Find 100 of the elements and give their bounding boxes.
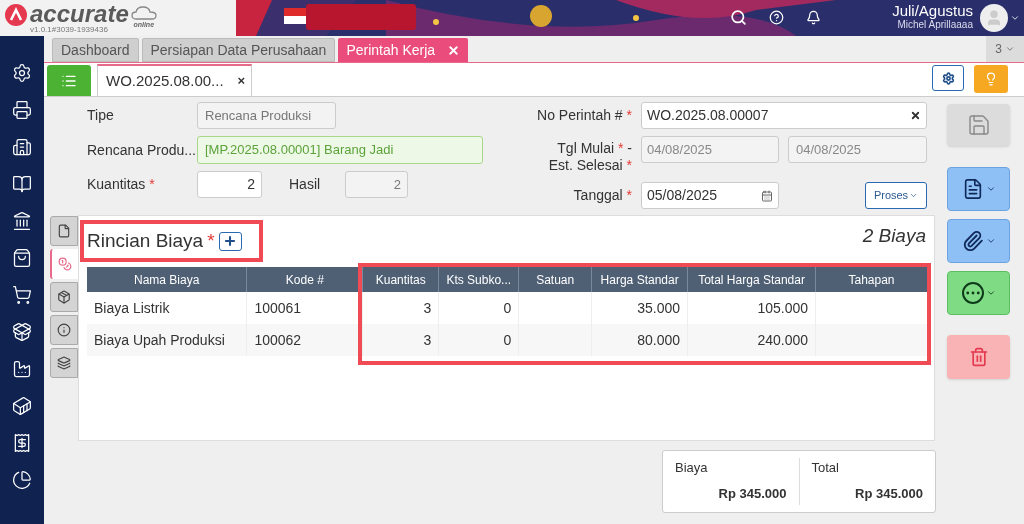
process-button[interactable]: Proses — [865, 182, 927, 209]
help-icon[interactable] — [769, 10, 784, 25]
table-cell: 100061 — [254, 299, 302, 316]
total-value: Rp 345.000 — [855, 484, 923, 503]
result-field: 2 — [345, 171, 408, 198]
column-header[interactable]: Total Harga Standar — [687, 267, 816, 292]
table-cell: 80.000 — [637, 331, 681, 348]
calendar-icon[interactable] — [761, 189, 773, 202]
side-tab[interactable] — [50, 348, 78, 378]
side-tab[interactable] — [50, 216, 78, 246]
order-number-field[interactable]: WO.2025.08.00007 — [641, 102, 927, 129]
more-icon — [961, 282, 984, 304]
logo-icon — [4, 3, 28, 27]
printer-icon[interactable] — [12, 100, 32, 120]
required-mark: * — [626, 187, 632, 203]
required-mark: * — [626, 107, 632, 123]
paperclip-icon — [961, 230, 984, 252]
tab[interactable]: Perintah Kerja — [338, 38, 469, 62]
required-mark: * — [626, 157, 632, 173]
required-mark: * — [207, 229, 215, 251]
book-icon[interactable] — [12, 174, 32, 194]
lightbulb-icon — [984, 72, 998, 86]
field-label: No Perintah # * — [536, 106, 633, 125]
save-icon — [966, 113, 991, 137]
factory-icon[interactable] — [12, 359, 32, 379]
total-label: Biaya — [675, 459, 709, 477]
field-label: Hasil — [289, 175, 322, 194]
add-button[interactable] — [218, 231, 242, 251]
count-text: 2 Biaya — [862, 224, 926, 248]
search-icon[interactable] — [730, 9, 747, 26]
plus-icon — [223, 234, 238, 248]
chart-icon[interactable] — [12, 470, 32, 490]
chevron-down-icon — [985, 184, 996, 194]
table-cell: Biaya Listrik — [94, 299, 170, 316]
tab-count[interactable]: 3 — [995, 40, 1002, 58]
more-button[interactable] — [947, 271, 1010, 315]
logo-text: accurate — [30, 3, 129, 25]
bell-icon[interactable] — [806, 10, 821, 25]
table-cell: 35.000 — [637, 299, 681, 316]
close-icon[interactable] — [447, 43, 461, 57]
chevron-down-icon[interactable] — [1010, 13, 1020, 23]
settings-button[interactable] — [932, 65, 964, 91]
table-cell: 3 — [423, 331, 432, 348]
box-icon[interactable] — [12, 322, 32, 342]
trash-icon — [968, 347, 989, 367]
field-label: Est. Selesai — [548, 157, 623, 173]
section-title: Rincian Biaya — [87, 228, 204, 253]
total-value: Rp 345.000 — [718, 484, 787, 503]
column-header[interactable]: Nama Biaya — [87, 267, 247, 292]
start-date-field[interactable]: 04/08/2025 — [641, 136, 779, 163]
chevron-down-icon — [985, 288, 996, 298]
user-name: Michel Aprillaaaa — [897, 20, 973, 30]
settings-icon[interactable] — [12, 63, 32, 83]
table-cell: 0 — [503, 331, 512, 348]
table-cell: 3 — [423, 299, 432, 316]
table-cell: Biaya Upah Produksi — [94, 331, 225, 348]
table-cell: 100062 — [254, 331, 302, 348]
end-date-field[interactable]: 04/08/2025 — [788, 136, 927, 163]
date-field[interactable]: 05/08/2025 — [641, 182, 779, 209]
user-icon — [985, 9, 1003, 27]
coins-icon — [58, 257, 72, 271]
column-header[interactable]: Kuantitas — [362, 267, 439, 292]
table-cell: 105.000 — [757, 299, 808, 316]
clear-icon[interactable] — [910, 110, 921, 121]
side-tab[interactable] — [50, 315, 78, 345]
column-header[interactable]: Satuan — [518, 267, 592, 292]
column-header[interactable]: Kode # — [246, 267, 363, 292]
field-label: Kuantitas * — [87, 175, 156, 194]
package-icon — [57, 290, 71, 304]
document-tab[interactable]: WO.2025.08.00... × — [97, 64, 252, 96]
required-mark: * — [618, 140, 624, 156]
column-header[interactable]: Tahapan — [815, 267, 928, 292]
cart-icon[interactable] — [12, 285, 32, 305]
building-icon[interactable] — [12, 137, 32, 157]
side-tab[interactable] — [50, 249, 78, 279]
column-header[interactable]: Harga Standar — [591, 267, 688, 292]
total-label: Total — [811, 459, 840, 477]
bank-icon[interactable] — [12, 211, 32, 231]
settings-icon — [941, 71, 955, 85]
column-header[interactable]: Kts Subko... — [438, 267, 519, 292]
close-icon[interactable]: × — [237, 71, 246, 91]
type-field[interactable]: Rencana Produksi — [197, 102, 336, 129]
document-icon — [57, 224, 71, 238]
tab[interactable]: Dashboard — [52, 38, 139, 62]
field-label: Tanggal * — [572, 186, 633, 205]
side-tab[interactable] — [50, 282, 78, 312]
bag-icon[interactable] — [12, 248, 32, 268]
layers-icon — [57, 356, 71, 370]
quantity-field[interactable]: 2 — [197, 171, 262, 198]
receipt-icon[interactable] — [12, 433, 32, 453]
table-cell: 240.000 — [757, 331, 808, 348]
table-cell: 0 — [503, 299, 512, 316]
document-button[interactable] — [947, 167, 1010, 211]
attachment-button[interactable] — [947, 219, 1010, 263]
tab[interactable]: Persiapan Data Perusahaan — [141, 38, 336, 62]
required-mark: * — [149, 176, 155, 192]
chevron-down-icon — [909, 191, 919, 200]
field-label: Tgl Mulai — [557, 140, 615, 156]
dash-text: - — [627, 140, 632, 156]
field-label: Tipe — [87, 106, 115, 125]
